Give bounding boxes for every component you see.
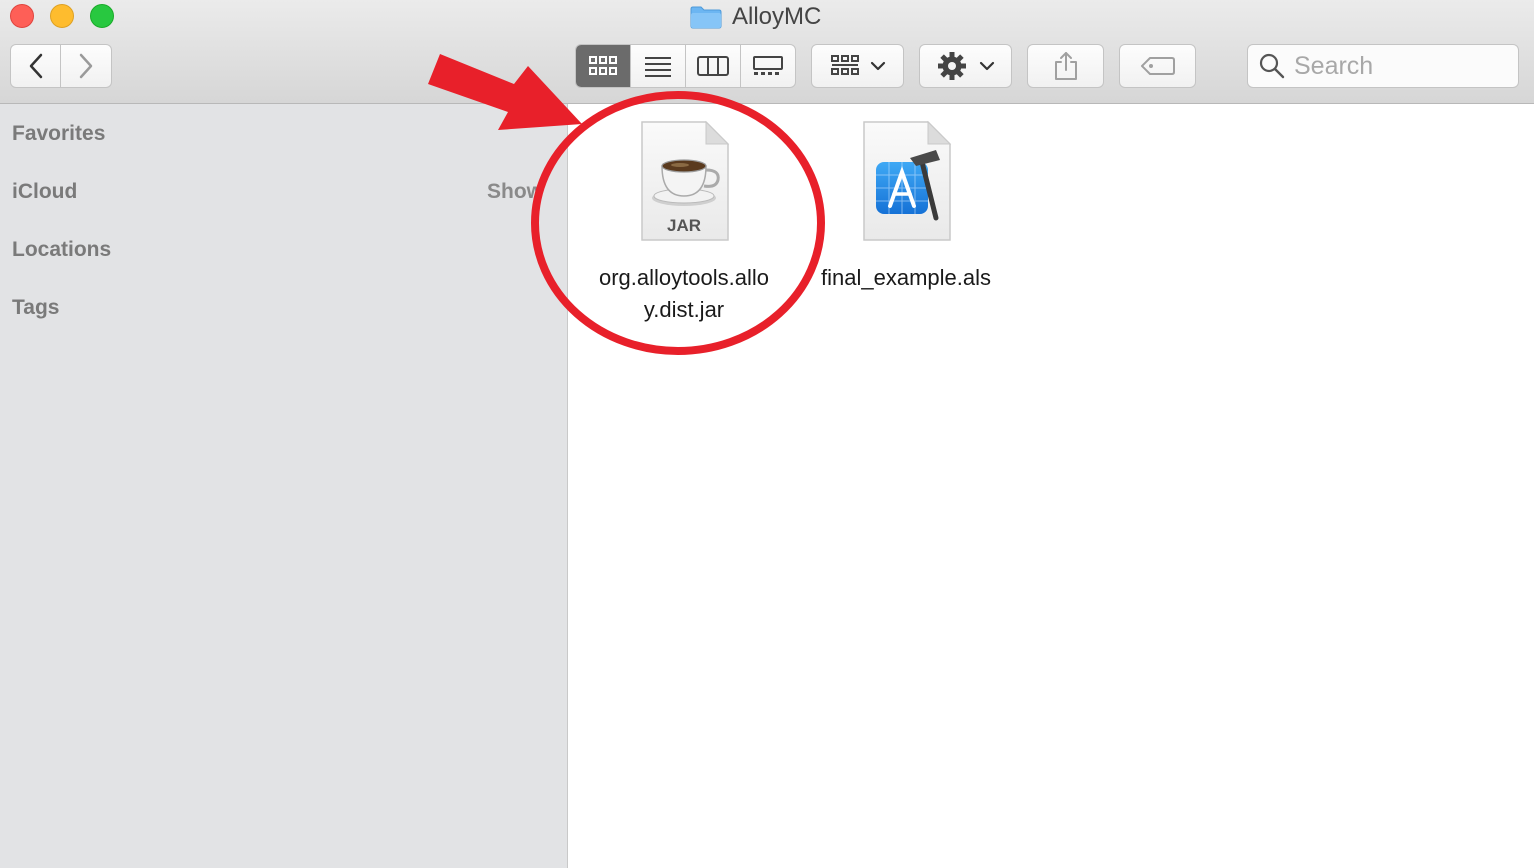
chevron-down-icon	[870, 61, 885, 71]
forward-button[interactable]	[61, 44, 112, 88]
tag-icon	[1140, 57, 1175, 75]
minimize-window-button[interactable]	[50, 4, 74, 28]
chevron-down-icon	[979, 61, 994, 71]
file-name: org.alloytools.allo y.dist.jar	[576, 262, 792, 326]
file-browser: JAR org.alloytools.allo y.dist.jar final…	[568, 104, 1534, 868]
gallery-view-button[interactable]	[741, 45, 795, 87]
window-title-text: AlloyMC	[732, 3, 822, 30]
group-by-icon	[830, 55, 859, 75]
close-window-button[interactable]	[10, 4, 34, 28]
search-placeholder: Search	[1294, 51, 1374, 80]
window-toolbar: AlloyMC Search	[0, 0, 1534, 104]
file-name-line2: y.dist.jar	[643, 297, 725, 322]
share-icon	[1054, 52, 1077, 80]
share-button[interactable]	[1027, 44, 1104, 88]
sidebar-show-button[interactable]: Show	[487, 180, 539, 204]
back-button[interactable]	[10, 44, 61, 88]
tag-button[interactable]	[1119, 44, 1196, 88]
icon-view-icon	[589, 56, 617, 75]
group-by-button[interactable]	[811, 44, 904, 88]
chevron-left-icon	[29, 53, 42, 79]
sidebar-section-locations[interactable]: Locations	[12, 238, 111, 262]
sidebar-section-tags[interactable]: Tags	[12, 296, 59, 320]
view-mode-control	[575, 44, 796, 88]
file-item-jar[interactable]: JAR org.alloytools.allo y.dist.jar	[576, 120, 792, 326]
file-name-line1: org.alloytools.allo	[599, 265, 769, 290]
sidebar: Favorites iCloud Show Locations Tags	[0, 104, 568, 868]
zoom-window-button[interactable]	[90, 4, 114, 28]
jar-badge: JAR	[666, 216, 701, 235]
action-menu-button[interactable]	[919, 44, 1012, 88]
file-name: final_example.als	[821, 265, 991, 290]
column-view-icon	[697, 56, 729, 76]
file-item-als[interactable]: final_example.als	[796, 120, 1016, 294]
window-title: AlloyMC	[690, 2, 821, 32]
column-view-button[interactable]	[686, 45, 741, 87]
search-field[interactable]: Search	[1247, 44, 1519, 88]
gear-icon	[937, 52, 966, 80]
list-view-button[interactable]	[631, 45, 686, 87]
icon-view-button[interactable]	[576, 45, 631, 87]
xcode-document-icon	[863, 120, 952, 241]
sidebar-section-favorites[interactable]: Favorites	[12, 122, 105, 146]
search-icon	[1259, 53, 1285, 79]
list-view-icon	[645, 57, 671, 77]
folder-icon	[690, 6, 722, 29]
gallery-view-icon	[753, 56, 783, 75]
sidebar-section-icloud[interactable]: iCloud	[12, 180, 77, 204]
chevron-right-icon	[79, 53, 93, 79]
